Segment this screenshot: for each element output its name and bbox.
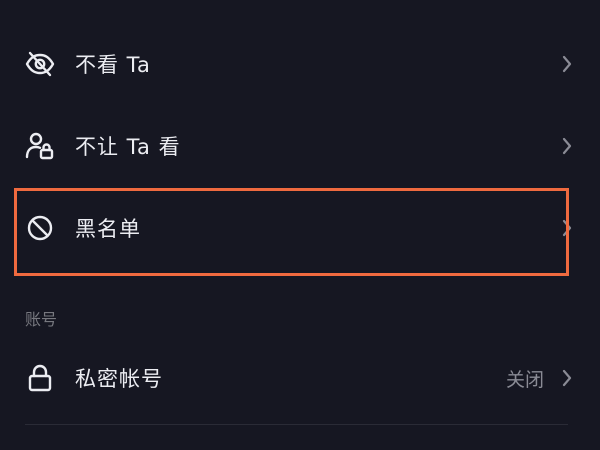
chevron-right-icon — [560, 136, 574, 156]
chevron-right-icon — [560, 218, 574, 238]
lock-icon — [24, 362, 56, 394]
eye-off-icon — [24, 48, 56, 80]
settings-item-hide-my-content[interactable]: 不让 Ta 看 — [0, 106, 600, 186]
user-lock-icon — [24, 130, 56, 162]
settings-item-label: 黑名单 — [75, 217, 141, 241]
settings-item-blacklist[interactable]: 黑名单 — [0, 188, 600, 268]
divider — [25, 424, 568, 425]
settings-item-label: 不让 Ta 看 — [75, 135, 181, 159]
section-header-account: 账号 — [25, 310, 58, 329]
settings-item-private-account[interactable]: 私密帐号 关闭 — [0, 338, 600, 418]
settings-item-hide-from-me[interactable]: 不看 Ta — [0, 24, 600, 104]
chevron-right-icon — [560, 54, 574, 74]
settings-item-label: 不看 Ta — [75, 53, 151, 77]
chevron-right-icon — [560, 368, 574, 388]
block-icon — [24, 212, 56, 244]
status-value: 关闭 — [505, 368, 544, 391]
settings-item-label: 私密帐号 — [75, 367, 163, 391]
